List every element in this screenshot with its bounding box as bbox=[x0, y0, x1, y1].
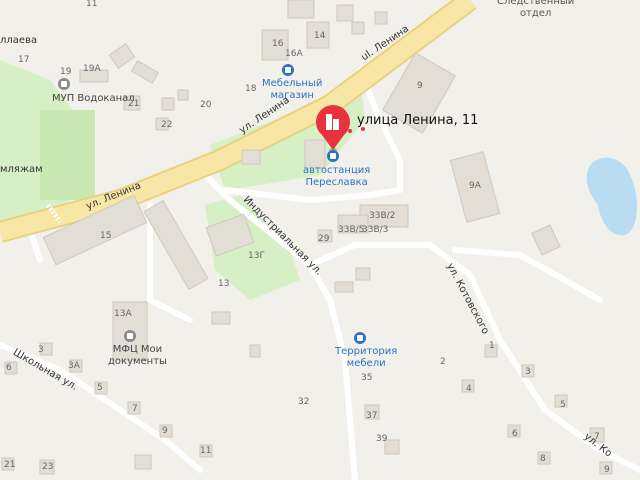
house-number: 7 bbox=[132, 404, 138, 414]
house-number: 15 bbox=[100, 231, 112, 241]
house-number: 18 bbox=[245, 84, 257, 94]
house-number: 11 bbox=[200, 446, 212, 456]
poi-investigative-label[interactable]: Следственный отдел bbox=[497, 0, 574, 19]
house-number: 3 bbox=[525, 367, 531, 377]
marker-address-label: улица Ленина, 11 bbox=[357, 113, 479, 128]
house-number: 20 bbox=[200, 100, 212, 110]
house-number: 3 bbox=[38, 345, 44, 355]
house-number: 33В/3 bbox=[362, 225, 389, 235]
poi-furniture-territory-label[interactable]: Территория мебели bbox=[335, 346, 397, 369]
house-number: 3А bbox=[68, 361, 80, 371]
lake bbox=[586, 157, 637, 236]
house-number: 32 bbox=[298, 397, 310, 407]
house-number: 9 bbox=[162, 426, 168, 436]
house-number: 37 bbox=[366, 411, 378, 421]
house-number: 4 bbox=[466, 384, 472, 394]
house-number: 16 bbox=[272, 39, 284, 49]
house-number: 2 bbox=[440, 357, 446, 367]
house-number: 5 bbox=[97, 383, 103, 393]
house-number: 13Г bbox=[248, 251, 265, 261]
house-number: 11 bbox=[86, 0, 98, 9]
house-number: 8 bbox=[540, 454, 546, 464]
street-label-truncated: ллаева bbox=[0, 35, 38, 46]
house-number: 1 bbox=[489, 341, 495, 351]
house-number: 29 bbox=[318, 234, 330, 244]
house-number: 35 bbox=[361, 373, 373, 383]
poi-furniture-store-label[interactable]: Мебельный магазин bbox=[262, 78, 322, 101]
house-number: 16А bbox=[285, 49, 303, 59]
marker-dot bbox=[348, 129, 352, 133]
store-icon[interactable] bbox=[282, 64, 294, 76]
house-number: 5 bbox=[560, 400, 566, 410]
house-number: 6 bbox=[6, 363, 12, 373]
poi-mfc-label[interactable]: МФЦ Мои документы bbox=[108, 344, 167, 367]
house-number: 9 bbox=[604, 465, 610, 475]
house-number: 21 bbox=[128, 99, 140, 109]
building-icon[interactable] bbox=[58, 78, 70, 90]
house-number: 7 bbox=[594, 432, 600, 442]
house-number: 23 bbox=[42, 462, 54, 472]
poi-vodokanal-label[interactable]: МУП Водоканал bbox=[52, 94, 135, 104]
house-number: 13А bbox=[114, 309, 132, 319]
house-number: 9 bbox=[417, 81, 423, 91]
house-number: 19 bbox=[60, 67, 72, 77]
bus-icon[interactable] bbox=[327, 150, 339, 162]
house-number: 33В/5 bbox=[338, 225, 365, 235]
map-canvas[interactable]: улица Ленина, 11 ул. Ленина ul. Ленина у… bbox=[0, 0, 640, 480]
house-number: 17 bbox=[18, 55, 30, 65]
house-number: 39 bbox=[376, 434, 388, 444]
house-number: 22 bbox=[161, 120, 173, 130]
house-number: 14 bbox=[314, 31, 326, 41]
park-area bbox=[40, 110, 95, 200]
house-number: 19А bbox=[83, 64, 101, 74]
house-number: 33В/2 bbox=[369, 211, 396, 221]
store-icon[interactable] bbox=[354, 332, 366, 344]
office-icon[interactable] bbox=[124, 330, 136, 342]
poi-bus-station-label[interactable]: автостанция Переславка bbox=[303, 165, 370, 188]
street-label-truncated: мляжам bbox=[0, 164, 43, 175]
house-number: 6 bbox=[512, 429, 518, 439]
house-number: 21 bbox=[4, 460, 16, 470]
house-number: 9А bbox=[469, 181, 481, 191]
house-number: 13 bbox=[218, 279, 230, 289]
